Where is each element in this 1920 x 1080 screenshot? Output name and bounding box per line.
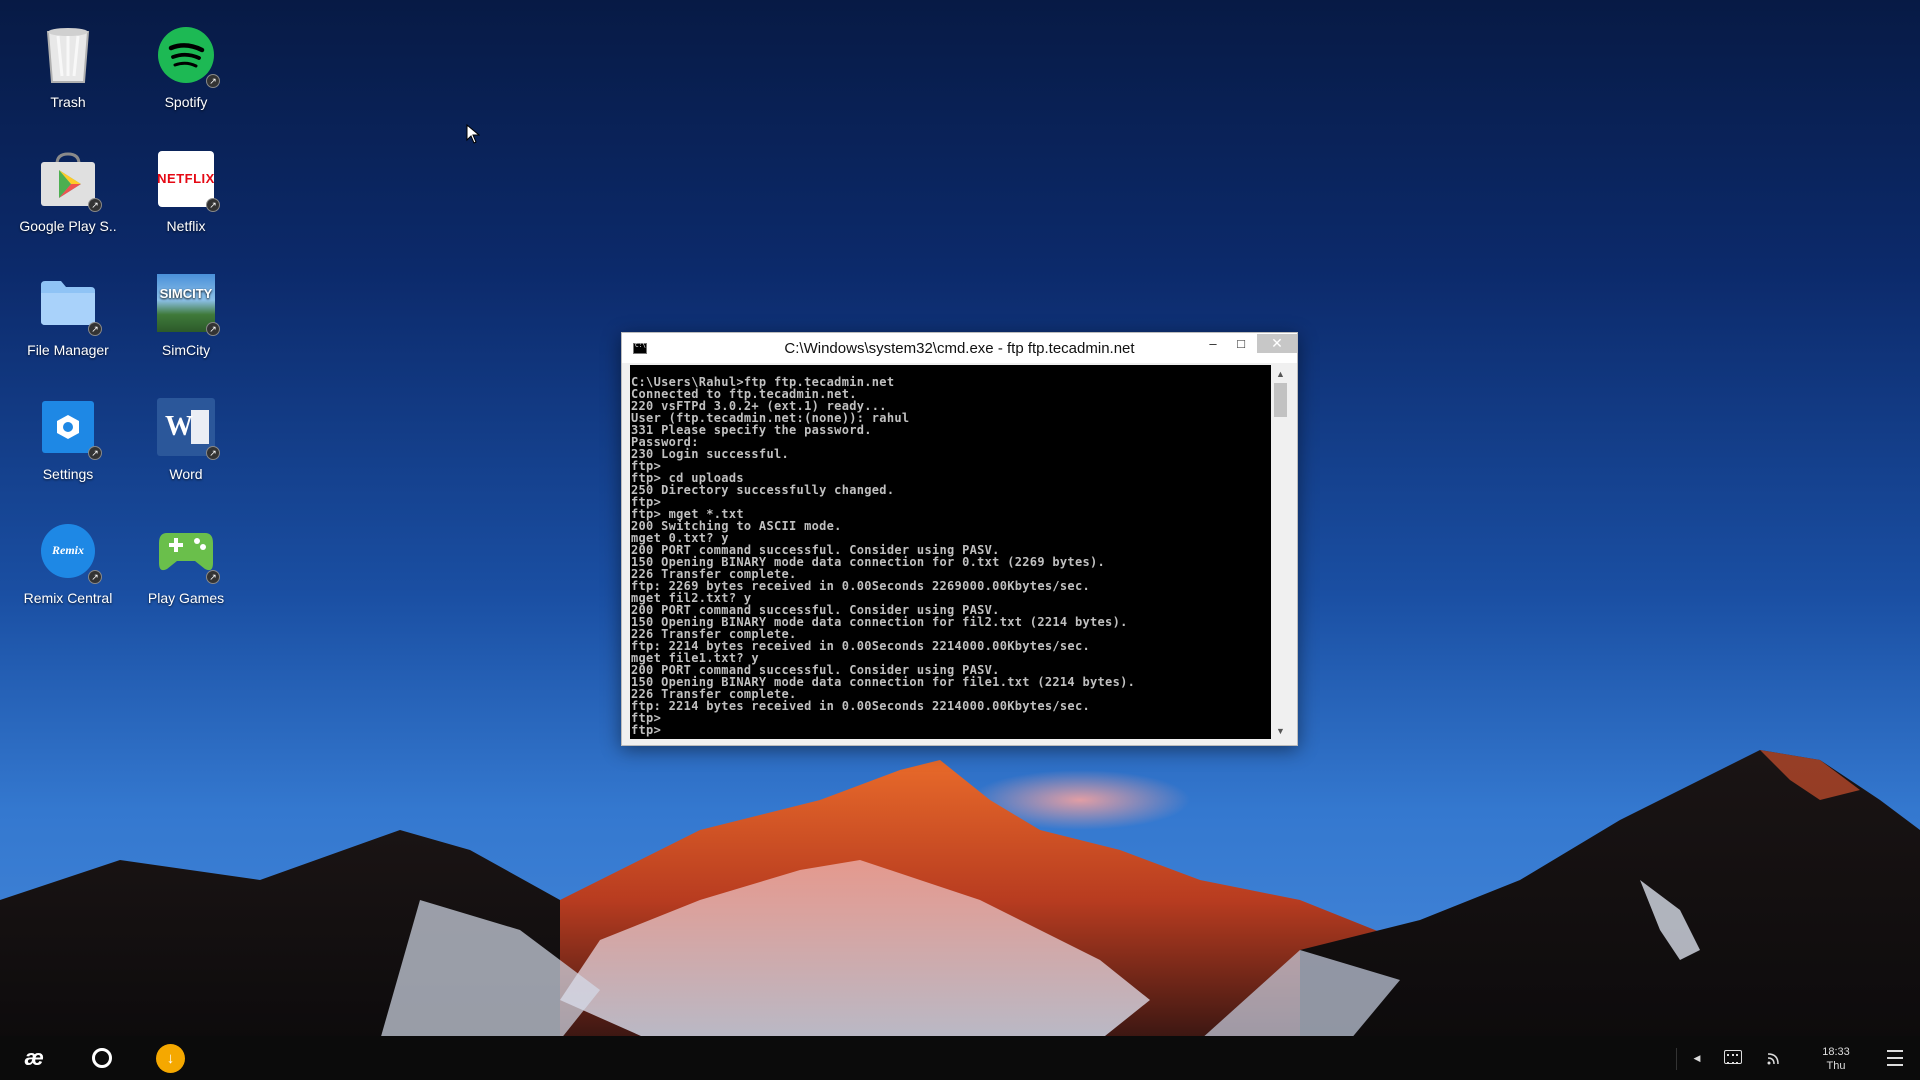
scroll-down-arrow-icon[interactable]: ▼ <box>1272 722 1289 739</box>
console-line: 230 Login successful. <box>631 447 790 461</box>
console-line: ftp> <box>631 723 662 737</box>
desktop-icon-play-games[interactable]: ↗ Play Games <box>127 496 245 606</box>
cmd-scrollbar[interactable]: ▲ ▼ <box>1272 365 1289 739</box>
keyboard-icon[interactable] <box>1724 1050 1742 1064</box>
desktop-icon-spotify[interactable]: ↗ Spotify <box>127 0 245 110</box>
close-button[interactable]: ✕ <box>1257 334 1297 353</box>
cmd-titlebar[interactable]: C:\Windows\system32\cmd.exe - ftp ftp.te… <box>622 333 1297 363</box>
cmd-console-output[interactable]: C:\Users\Rahul>ftp ftp.tecadmin.net Conne… <box>630 365 1271 739</box>
simcity-logo-text: SIMCITY <box>159 285 213 301</box>
desktop-icon-remix-central[interactable]: Remix ↗ Remix Central <box>9 496 127 606</box>
tray-divider <box>1676 1048 1677 1070</box>
folder-icon: ↗ <box>38 273 102 336</box>
remix-central-icon: Remix ↗ <box>38 521 102 584</box>
google-play-icon: ↗ <box>38 149 102 212</box>
shortcut-badge-icon: ↗ <box>206 198 220 212</box>
desktop-icon-file-manager[interactable]: ↗ File Manager <box>9 248 127 358</box>
cmd-app-icon[interactable] <box>633 342 647 354</box>
trash-icon <box>38 25 98 84</box>
taskbar: æ ↓ ◀ 18:33 Thu <box>0 1036 1920 1080</box>
gamepad-icon: ↗ <box>156 521 220 584</box>
notifications-menu-icon[interactable] <box>1886 1050 1904 1066</box>
download-icon[interactable]: ↓ <box>156 1044 185 1073</box>
wifi-icon[interactable] <box>1766 1048 1784 1066</box>
maximize-button[interactable]: □ <box>1228 334 1254 353</box>
desktop-icon-label: Remix Central <box>23 590 113 606</box>
scroll-up-arrow-icon[interactable]: ▲ <box>1272 365 1289 382</box>
desktop-icon-google-play[interactable]: ↗ Google Play S.. <box>9 124 127 234</box>
desktop-icon-label: Spotify <box>164 94 208 110</box>
shortcut-badge-icon: ↗ <box>88 198 102 212</box>
scroll-thumb[interactable] <box>1274 383 1287 417</box>
shortcut-badge-icon: ↗ <box>206 322 220 336</box>
desktop-icon-label: Play Games <box>147 590 225 606</box>
desktop-icon-label: Settings <box>42 466 94 482</box>
home-circle-icon[interactable] <box>92 1048 112 1068</box>
netflix-icon: NETFLIX ↗ <box>156 149 220 212</box>
clock-day: Thu <box>1826 1060 1846 1072</box>
desktop-icon-settings[interactable]: ↗ Settings <box>9 372 127 482</box>
word-icon: W ↗ <box>156 397 220 460</box>
shortcut-badge-icon: ↗ <box>206 446 220 460</box>
settings-icon: ↗ <box>38 397 102 460</box>
desktop-icon-simcity[interactable]: SIMCITY ↗ SimCity <box>127 248 245 358</box>
netflix-logo-text: NETFLIX <box>157 171 215 186</box>
desktop-icon-label: SimCity <box>161 342 211 358</box>
desktop-icon-netflix[interactable]: NETFLIX ↗ Netflix <box>127 124 245 234</box>
console-line: ftp> <box>631 711 662 725</box>
start-menu-button[interactable]: æ <box>16 1045 52 1071</box>
shortcut-badge-icon: ↗ <box>88 570 102 584</box>
desktop-icon-word[interactable]: W ↗ Word <box>127 372 245 482</box>
tray-expand-arrow-icon[interactable]: ◀ <box>1690 1050 1704 1066</box>
clock[interactable]: 18:33 Thu <box>1810 1044 1862 1074</box>
desktop-icon-label: Word <box>169 466 203 482</box>
word-logo-text: W <box>165 410 193 442</box>
mouse-cursor-icon <box>466 124 480 144</box>
desktop-icon-trash[interactable]: Trash <box>9 0 127 110</box>
spotify-icon: ↗ <box>156 25 220 88</box>
cmd-window-title: C:\Windows\system32\cmd.exe - ftp ftp.te… <box>784 340 1135 357</box>
console-line: 331 Please specify the password. <box>631 423 872 437</box>
shortcut-badge-icon: ↗ <box>206 570 220 584</box>
desktop-icon-label: Google Play S.. <box>19 218 117 234</box>
clock-time: 18:33 <box>1822 1046 1850 1058</box>
shortcut-badge-icon: ↗ <box>206 74 220 88</box>
desktop-icon-label: File Manager <box>27 342 109 358</box>
remix-logo-text: Remix <box>52 543 84 557</box>
console-line: ftp: 2214 bytes received in 0.00Seconds … <box>631 699 1091 713</box>
desktop-icon-label: Netflix <box>166 218 206 234</box>
desktop-icon-label: Trash <box>50 94 86 110</box>
minimize-button[interactable]: – <box>1200 334 1226 353</box>
simcity-icon: SIMCITY ↗ <box>156 273 220 336</box>
shortcut-badge-icon: ↗ <box>88 446 102 460</box>
cmd-window[interactable]: C:\Windows\system32\cmd.exe - ftp ftp.te… <box>621 332 1298 746</box>
console-line: 250 Directory successfully changed. <box>631 483 895 497</box>
shortcut-badge-icon: ↗ <box>88 322 102 336</box>
